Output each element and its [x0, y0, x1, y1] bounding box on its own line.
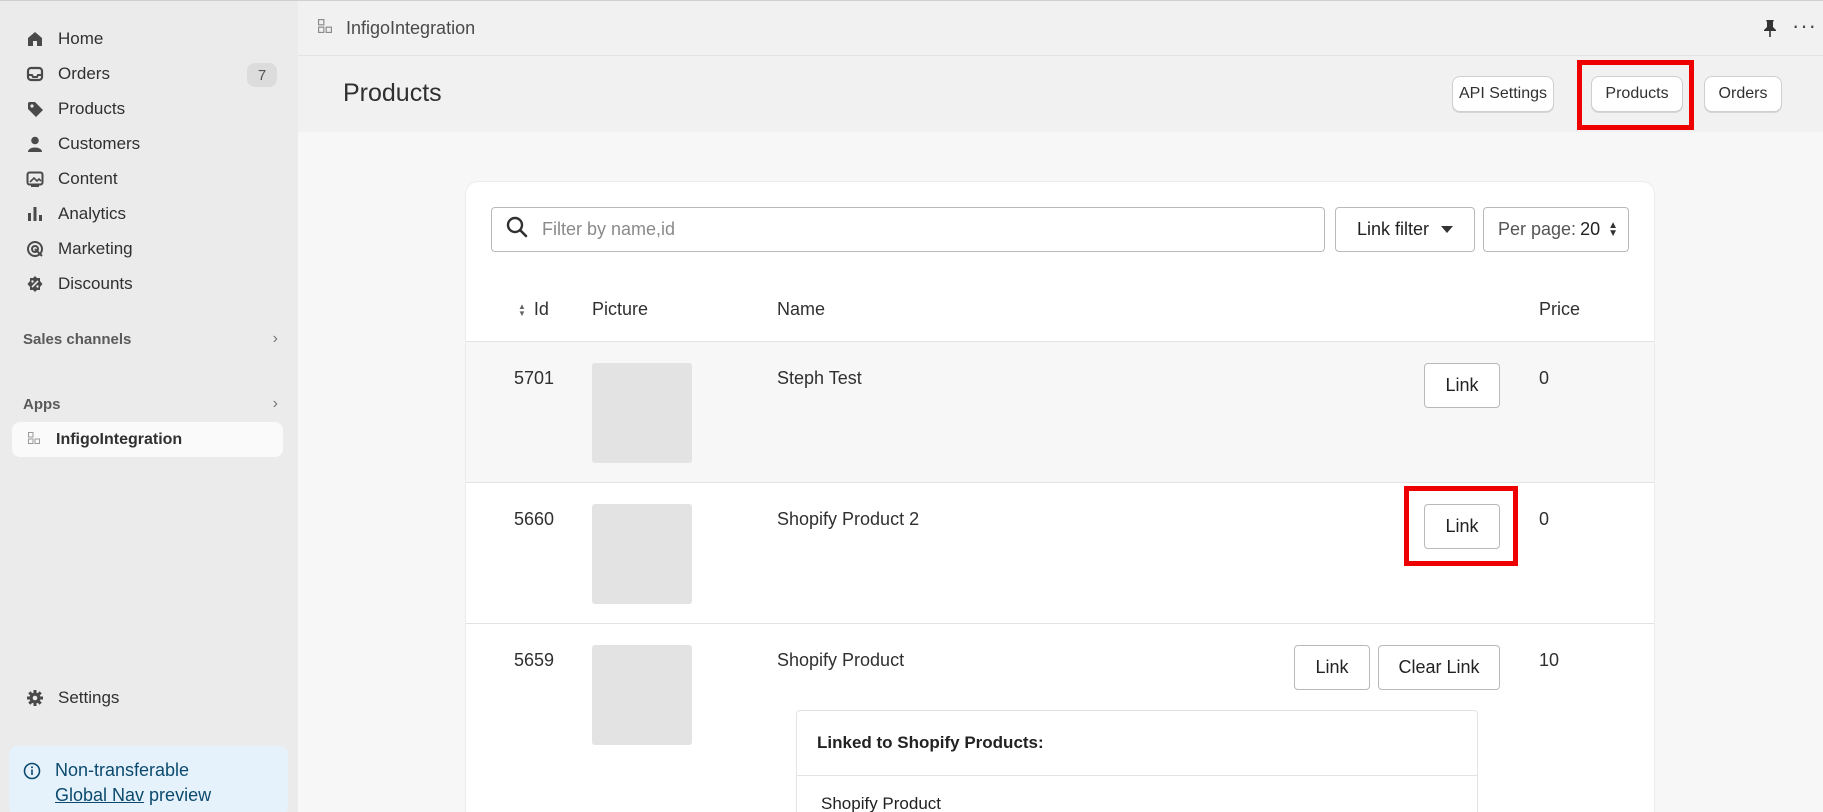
sidebar-app-label: InfigoIntegration — [56, 430, 183, 448]
column-header-id[interactable]: ▲ ▼ Id — [518, 299, 549, 320]
product-name: Shopify Product — [777, 650, 905, 670]
sidebar-item-label: Orders — [58, 64, 110, 83]
product-picture — [592, 363, 692, 463]
global-nav-notice: Non-transferable Global Nav preview — [9, 746, 288, 812]
more-actions-icon[interactable]: ··· — [1792, 13, 1817, 39]
sidebar-item-content[interactable]: Content — [12, 162, 283, 196]
product-price: 10 — [1539, 650, 1560, 670]
global-nav-link[interactable]: Global Nav — [55, 785, 144, 805]
pin-icon[interactable] — [1762, 19, 1778, 42]
highlight-box-link — [1404, 486, 1518, 566]
highlight-box-products — [1577, 60, 1694, 130]
tag-icon — [26, 100, 44, 118]
notice-line-2: preview — [144, 785, 212, 805]
sidebar-item-analytics[interactable]: Analytics — [12, 197, 283, 231]
person-icon — [26, 135, 44, 153]
search-icon — [506, 216, 528, 243]
table-row: 5701 Steph Test Link 0 — [466, 342, 1654, 483]
sort-icon: ▲ ▼ — [518, 301, 526, 318]
sort-arrows-icon: ▲ ▼ — [1608, 219, 1618, 239]
chevron-right-icon: › — [272, 395, 278, 412]
apps-section[interactable]: Apps › — [23, 395, 278, 413]
column-header-price: Price — [1539, 299, 1581, 319]
search-placeholder: Filter by name,id — [542, 219, 676, 239]
per-page-select[interactable]: Per page: 20 ▲ ▼ — [1483, 207, 1629, 252]
orders-button[interactable]: Orders — [1704, 76, 1782, 112]
apps-label: Apps — [23, 395, 61, 413]
app-title: InfigoIntegration — [346, 17, 476, 38]
sidebar-item-customers[interactable]: Customers — [12, 127, 283, 161]
link-filter-dropdown[interactable]: Link filter — [1335, 207, 1475, 252]
notice-line-1: Non-transferable — [55, 760, 190, 780]
column-header-id-label: Id — [533, 299, 549, 319]
product-name: Shopify Product 2 — [777, 509, 920, 529]
product-picture — [592, 645, 692, 745]
link-button[interactable]: Link — [1424, 363, 1500, 408]
table-row: 5659 Shopify Product Link Clear Link 10 … — [466, 624, 1654, 812]
per-page-value: 20 — [1580, 219, 1601, 239]
link-filter-label: Link filter — [1356, 219, 1430, 239]
inbox-icon — [26, 65, 44, 83]
sidebar-item-settings[interactable]: Settings — [12, 681, 283, 715]
sidebar-item-label: Customers — [58, 134, 141, 153]
discount-icon — [26, 275, 44, 293]
sidebar-item-label: Analytics — [58, 204, 127, 223]
app-icon — [318, 18, 332, 38]
sidebar-item-marketing[interactable]: Marketing — [12, 232, 283, 266]
column-header-picture: Picture — [592, 299, 649, 319]
bar-chart-icon — [26, 205, 44, 223]
product-price: 0 — [1539, 368, 1550, 388]
sidebar-item-products[interactable]: Products — [12, 92, 283, 126]
app-topbar: InfigoIntegration ··· — [298, 0, 1823, 56]
product-name: Steph Test — [777, 368, 862, 388]
clear-link-button[interactable]: Clear Link — [1378, 645, 1500, 690]
app-icon — [28, 431, 40, 449]
sidebar: Home Orders 7 Products Customers Content… — [0, 0, 298, 812]
page-title: Products — [343, 79, 442, 107]
image-icon — [26, 170, 44, 188]
sidebar-item-label: Content — [58, 169, 118, 188]
linked-products-title: Linked to Shopify Products: — [797, 711, 1477, 776]
sidebar-item-label: Home — [58, 29, 104, 48]
column-header-name: Name — [777, 299, 826, 319]
sidebar-item-discounts[interactable]: Discounts — [12, 267, 283, 301]
target-icon — [26, 240, 44, 258]
caret-down-icon — [1441, 226, 1454, 233]
info-icon — [23, 762, 41, 780]
product-id: 5701 — [514, 368, 555, 388]
sidebar-item-orders[interactable]: Orders 7 — [12, 57, 283, 91]
sales-channels-section[interactable]: Sales channels › — [23, 330, 278, 348]
sidebar-item-label: Settings — [58, 688, 120, 707]
product-id: 5659 — [514, 650, 555, 670]
linked-product-item[interactable]: Shopify Product — [797, 776, 1477, 812]
sidebar-item-home[interactable]: Home — [12, 22, 283, 56]
product-id: 5660 — [514, 509, 555, 529]
search-input[interactable]: Filter by name,id — [491, 207, 1325, 252]
sidebar-item-label: Discounts — [58, 274, 133, 293]
orders-count-badge: 7 — [247, 63, 277, 87]
link-button[interactable]: Link — [1294, 645, 1370, 690]
sidebar-item-label: Marketing — [58, 239, 133, 258]
api-settings-button[interactable]: API Settings — [1452, 76, 1554, 112]
product-price: 0 — [1539, 509, 1550, 529]
chevron-right-icon: › — [272, 330, 278, 347]
gear-icon — [26, 689, 44, 707]
sidebar-item-infigo-integration[interactable]: InfigoIntegration — [12, 422, 283, 457]
linked-products-panel: Linked to Shopify Products: Shopify Prod… — [796, 710, 1478, 812]
sales-channels-label: Sales channels — [23, 330, 132, 348]
sidebar-item-label: Products — [58, 99, 126, 118]
per-page-label: Per page: — [1498, 219, 1577, 239]
home-icon — [26, 30, 44, 48]
product-picture — [592, 504, 692, 604]
